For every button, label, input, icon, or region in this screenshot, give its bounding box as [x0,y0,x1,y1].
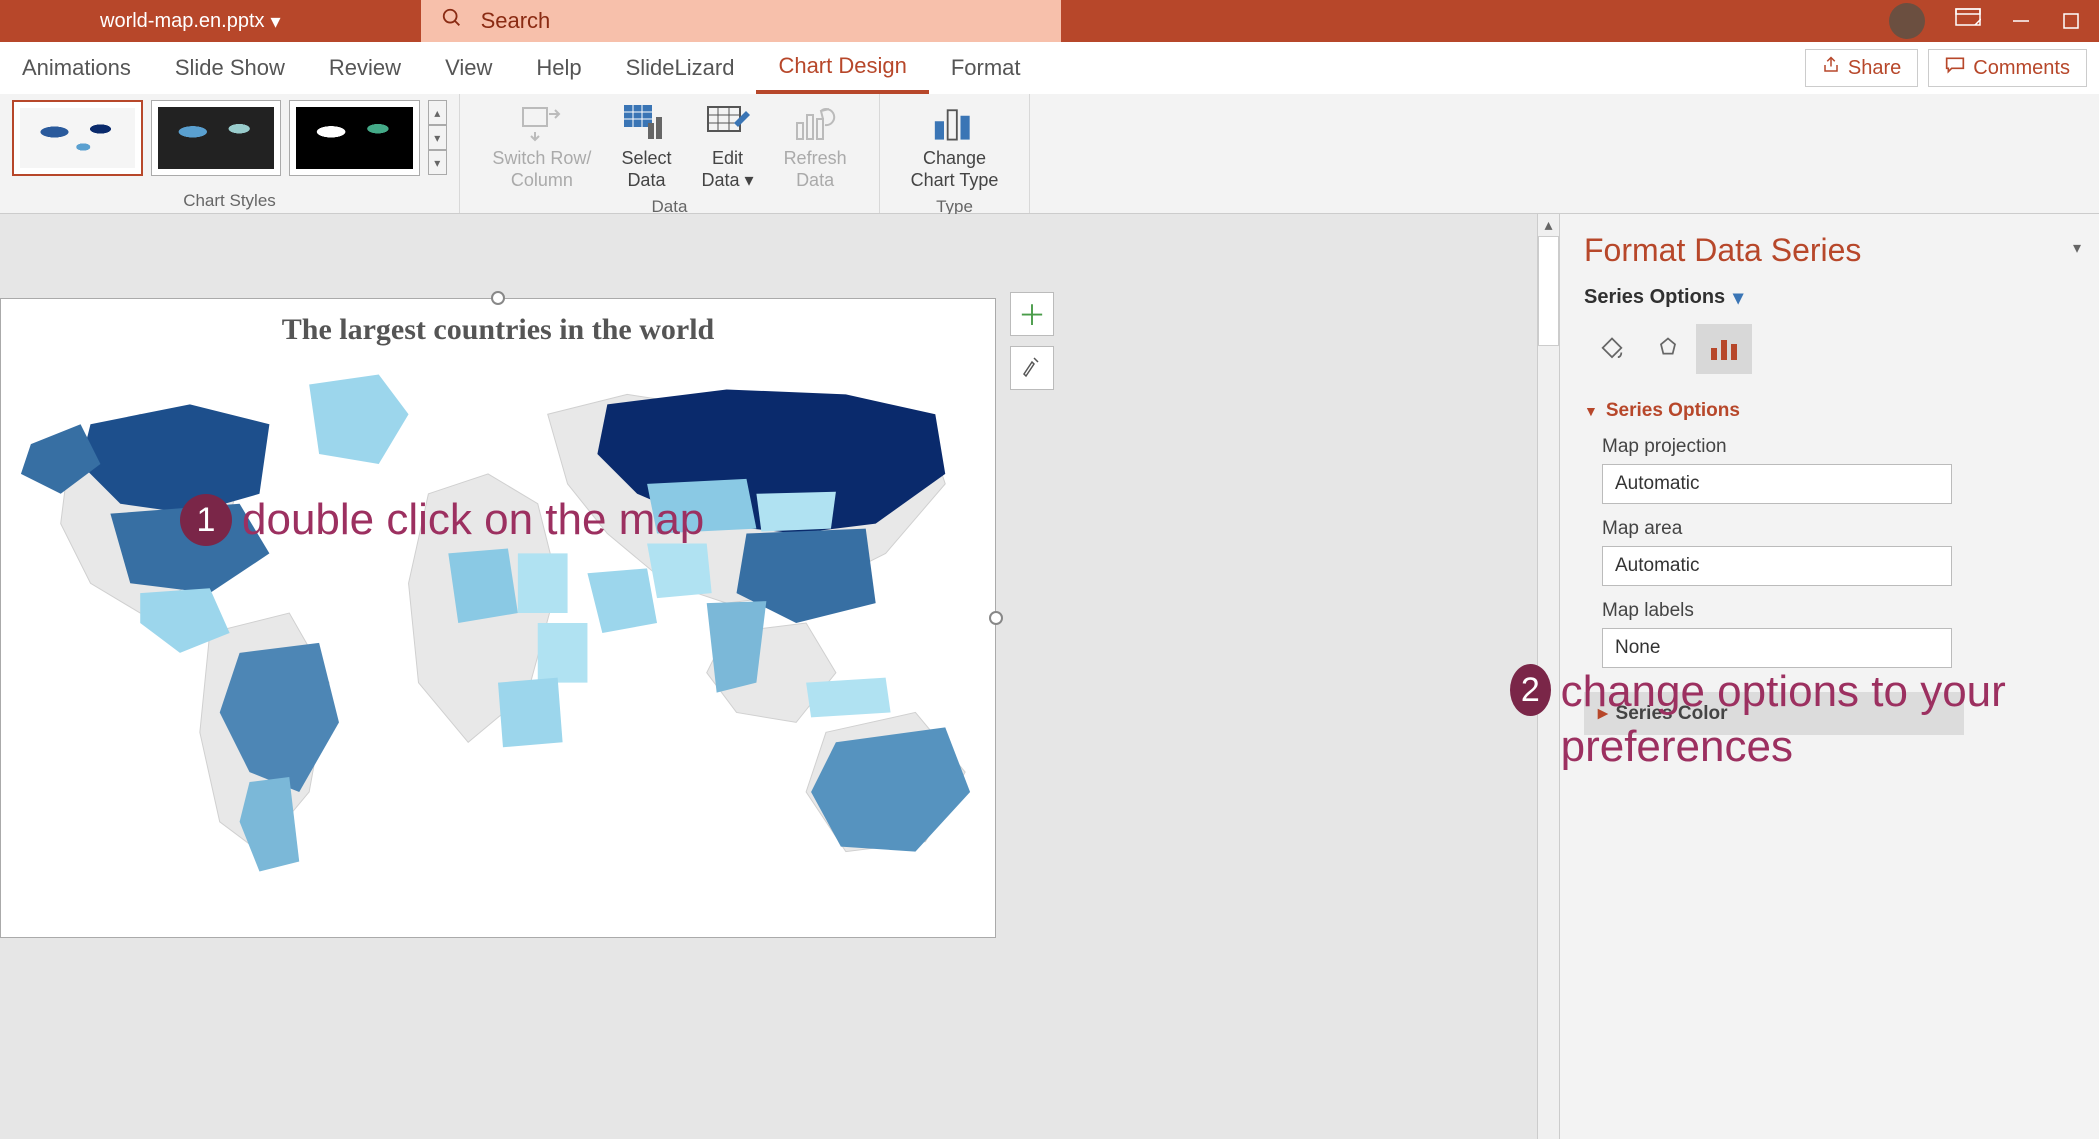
triangle-right-icon: ▸ [1598,702,1608,725]
ribbon-tabs: Animations Slide Show Review View Help S… [0,42,2099,94]
change-chart-type-icon [933,104,977,144]
ribbon-display-icon[interactable] [1955,8,1981,34]
tab-review[interactable]: Review [307,42,423,94]
vertical-scrollbar[interactable]: ▴ [1537,214,1559,1139]
map-area-select[interactable]: Automatic [1602,546,1952,586]
search-box[interactable]: Search [421,0,1061,42]
refresh-data-button: Refresh Data [778,100,853,195]
chevron-down-icon: ▾ [1733,285,1743,310]
series-options-header[interactable]: ▼ Series Options [1584,400,2099,422]
comments-button[interactable]: Comments [1928,49,2087,87]
styles-down[interactable]: ▾ [428,125,448,150]
effects-tab-icon[interactable] [1640,324,1696,374]
chart-title[interactable]: The largest countries in the world [1,299,995,353]
tab-view[interactable]: View [423,42,514,94]
format-pane: Format Data Series ▾ Series Options ▾ ▼ … [1559,214,2099,1139]
chevron-down-icon: ▾ [271,9,281,34]
map-body[interactable] [1,353,995,898]
search-placeholder: Search [481,8,551,34]
scroll-thumb[interactable] [1538,236,1559,346]
series-color-header[interactable]: ▸ Series Color [1584,692,1964,735]
ribbon: ▴ ▾ ▾ Chart Styles Switch Row/ Column Se… [0,94,2099,214]
chart-style-3[interactable] [289,100,419,176]
share-button[interactable]: Share [1805,49,1918,87]
comment-icon [1945,56,1965,80]
styles-up[interactable]: ▴ [428,100,448,125]
maximize-icon[interactable] [2061,11,2081,31]
tab-slide-show[interactable]: Slide Show [153,42,307,94]
pane-subtitle[interactable]: Series Options ▾ [1584,285,2099,310]
map-projection-select[interactable]: Automatic [1602,464,1952,504]
pane-options-icon[interactable]: ▾ [2073,238,2081,258]
slide-canvas[interactable]: The largest countries in the world [0,214,1537,1139]
pane-title: Format Data Series [1584,232,2099,269]
switch-icon [520,104,564,144]
chart-style-2[interactable] [151,100,281,176]
minimize-icon[interactable] [2011,11,2031,31]
fill-tab-icon[interactable] [1584,324,1640,374]
map-chart[interactable]: The largest countries in the world [0,298,996,938]
tab-help[interactable]: Help [514,42,603,94]
edit-data-icon [706,104,750,144]
map-labels-label: Map labels [1602,600,2099,622]
search-icon [441,7,463,35]
share-icon [1822,56,1840,80]
resize-handle-top[interactable] [491,291,505,305]
tab-chart-design[interactable]: Chart Design [756,42,928,94]
series-tab-icon[interactable] [1696,324,1752,374]
scroll-up-icon[interactable]: ▴ [1538,214,1559,236]
titlebar: world-map.en.pptx ▾ Search [0,0,2099,42]
tab-slidelizard[interactable]: SlideLizard [604,42,757,94]
chevron-down-icon: ▾ [745,170,754,190]
refresh-icon [793,104,837,144]
chart-styles-button[interactable] [1010,346,1054,390]
switch-row-column-button: Switch Row/ Column [486,100,597,195]
filename-dropdown[interactable]: world-map.en.pptx ▾ [100,9,281,34]
user-avatar[interactable] [1889,3,1925,39]
edit-data-button[interactable]: Edit Data ▾ [695,100,759,195]
map-area-label: Map area [1602,518,2099,540]
change-chart-type-button[interactable]: Change Chart Type [905,100,1005,195]
map-labels-select[interactable]: None [1602,628,1952,668]
tab-format[interactable]: Format [929,42,1043,94]
map-projection-label: Map projection [1602,436,2099,458]
resize-handle-right[interactable] [989,611,1003,625]
chart-styles-label: Chart Styles [12,191,447,211]
styles-more[interactable]: ▾ [428,150,448,175]
select-data-icon [624,104,668,144]
select-data-button[interactable]: Select Data [615,100,677,195]
triangle-down-icon: ▼ [1584,403,1598,419]
tab-animations[interactable]: Animations [0,42,153,94]
chart-elements-button[interactable]: ＋ [1010,292,1054,336]
chart-style-1[interactable] [12,100,143,176]
filename: world-map.en.pptx [100,10,265,33]
